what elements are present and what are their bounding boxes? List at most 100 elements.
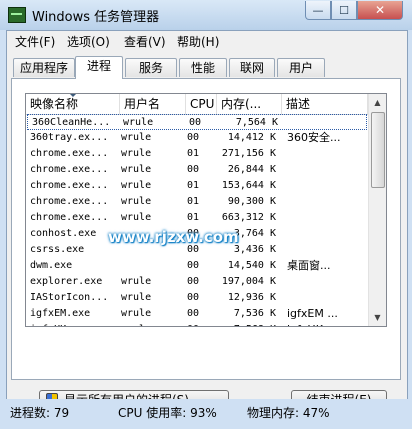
status-process-count: 进程数: 79: [10, 406, 70, 420]
cell-user: [121, 258, 185, 274]
cell-mem: 271,156 K: [221, 148, 276, 159]
table-row[interactable]: 360CleanHe... wrule 00 7,564 K: [27, 114, 367, 130]
menu-help[interactable]: 帮助(H): [177, 33, 219, 50]
cell-user: wrule: [123, 117, 154, 128]
scroll-up-icon[interactable]: ▲: [369, 94, 386, 111]
cell-mem: 663,312 K: [221, 212, 276, 223]
maximize-button[interactable]: ☐: [331, 1, 357, 20]
table-row[interactable]: chrome.exe... wrule 01 271,156 K: [26, 146, 368, 162]
table-row[interactable]: dwm.exe 00 14,540 K 桌面窗...: [26, 258, 368, 274]
cell-cpu: 00: [187, 164, 200, 175]
cell-mem: 14,412 K: [227, 132, 276, 143]
cell-mem: 12,936 K: [227, 292, 276, 303]
cell-user: wrule: [121, 212, 152, 223]
cell-cpu: 00: [187, 292, 200, 303]
cell-desc: igfxEM ...: [287, 307, 338, 320]
cell-name: chrome.exe...: [30, 196, 109, 207]
tab-strip: 应用程序 进程 服务 性能 联网 用户: [7, 56, 407, 79]
maximize-icon: ☐: [339, 3, 349, 17]
menu-file[interactable]: 文件(F): [15, 33, 55, 50]
minimize-icon: —: [312, 3, 324, 17]
cell-mem: 7,536 K: [233, 308, 276, 319]
cell-cpu: 01: [187, 196, 200, 207]
cell-name: chrome.exe...: [30, 180, 109, 191]
cell-name: explorer.exe: [30, 276, 103, 287]
cell-name: igfxHK.exe: [30, 322, 120, 326]
vertical-scrollbar[interactable]: ▲ ▼: [368, 94, 386, 326]
menu-view[interactable]: 查看(V): [124, 33, 166, 50]
tab-processes[interactable]: 进程: [75, 56, 123, 79]
menu-bar: 文件(F) 选项(O) 查看(V) 帮助(H): [7, 31, 407, 51]
cell-mem: 90,300 K: [227, 196, 276, 207]
cell-desc: [287, 194, 367, 210]
cell-desc: [287, 210, 367, 226]
cell-cpu: 00: [187, 132, 200, 143]
table-row[interactable]: chrome.exe... wrule 01 663,312 K: [26, 210, 368, 226]
cell-user: wrule: [121, 148, 152, 159]
watermark: www.rjzxw.com: [108, 228, 239, 246]
table-row[interactable]: chrome.exe... wrule 00 26,844 K: [26, 162, 368, 178]
cell-user: wrule: [121, 196, 152, 207]
title-bar: Windows 任务管理器 — ☐ ✕: [0, 0, 412, 30]
cell-user: wrule: [121, 292, 152, 303]
column-header-memory[interactable]: 内存(...: [217, 94, 282, 114]
table-row[interactable]: 360tray.ex... wrule 00 14,412 K 360安全...: [26, 130, 368, 146]
cell-name: csrss.exe: [30, 244, 85, 255]
close-button[interactable]: ✕: [357, 1, 403, 20]
process-list[interactable]: 映像名称 用户名 CPU 内存(... 描述 360CleanHe... wrul…: [25, 93, 387, 327]
status-bar: 进程数: 79 CPU 使用率: 93% 物理内存: 47%: [0, 399, 412, 429]
task-manager-app-icon: [8, 7, 26, 23]
status-cpu-usage: CPU 使用率: 93%: [118, 406, 217, 420]
tab-applications[interactable]: 应用程序: [13, 58, 75, 77]
scroll-down-icon[interactable]: ▼: [369, 309, 386, 326]
cell-cpu: 01: [187, 212, 200, 223]
status-physical-memory: 物理内存: 47%: [247, 406, 330, 420]
cell-name: chrome.exe...: [30, 148, 109, 159]
column-header-user-name[interactable]: 用户名: [120, 94, 186, 114]
table-row[interactable]: chrome.exe... wrule 01 90,300 K: [26, 194, 368, 210]
column-header-image-name[interactable]: 映像名称: [26, 94, 120, 114]
cell-name: conhost.exe: [30, 228, 97, 239]
cell-cpu: 00: [187, 276, 200, 287]
table-row[interactable]: igfxEM.exe wrule 00 7,536 K igfxEM ...: [26, 306, 368, 322]
processes-panel: 映像名称 用户名 CPU 内存(... 描述 360CleanHe... wrul…: [11, 78, 401, 410]
scroll-thumb[interactable]: [371, 112, 385, 188]
cell-desc: [287, 226, 367, 242]
tab-services[interactable]: 服务: [125, 58, 177, 77]
process-rows: 360CleanHe... wrule 00 7,564 K 360tray.ex...…: [26, 114, 368, 326]
cell-name: IAStorIcon...: [30, 292, 109, 303]
cell-desc: 桌面窗...: [287, 259, 331, 272]
minimize-button[interactable]: —: [305, 1, 331, 20]
cell-desc: [287, 242, 367, 258]
column-header-description[interactable]: 描述: [282, 94, 368, 114]
cell-desc: [287, 290, 367, 306]
cell-name: 360CleanHe...: [32, 117, 111, 128]
cell-cpu: 01: [187, 180, 200, 191]
cell-user: wrule: [121, 322, 185, 326]
table-row[interactable]: igfxHK.exewrule007,568 K igfxHK ...: [26, 322, 368, 326]
cell-name: dwm.exe: [30, 260, 73, 271]
cell-user: wrule: [121, 180, 152, 191]
cell-desc: [287, 162, 367, 178]
cell-cpu: 00: [187, 308, 200, 319]
table-row[interactable]: chrome.exe... wrule 01 153,644 K: [26, 178, 368, 194]
column-header-cpu[interactable]: CPU: [186, 94, 217, 114]
cell-user: wrule: [121, 308, 152, 319]
cell-name: chrome.exe...: [30, 164, 109, 175]
list-header: 映像名称 用户名 CPU 内存(... 描述: [26, 94, 368, 115]
tab-users[interactable]: 用户: [277, 58, 325, 77]
table-row[interactable]: IAStorIcon... wrule 00 12,936 K: [26, 290, 368, 306]
menu-options[interactable]: 选项(O): [67, 33, 110, 50]
tab-networking[interactable]: 联网: [229, 58, 275, 77]
window-body: 文件(F) 选项(O) 查看(V) 帮助(H) 应用程序 进程 服务 性能 联网…: [6, 30, 408, 410]
cell-desc: [287, 274, 367, 290]
tab-performance[interactable]: 性能: [179, 58, 227, 77]
cell-user: wrule: [121, 276, 152, 287]
cell-mem: 7,564 K: [235, 117, 278, 128]
window-title: Windows 任务管理器: [32, 10, 160, 25]
cell-desc: igfxHK ...: [287, 322, 367, 326]
cell-mem: 153,644 K: [221, 180, 276, 191]
cell-name: 360tray.ex...: [30, 132, 109, 143]
table-row[interactable]: explorer.exe wrule 00 197,004 K: [26, 274, 368, 290]
cell-mem: 197,004 K: [221, 276, 276, 287]
